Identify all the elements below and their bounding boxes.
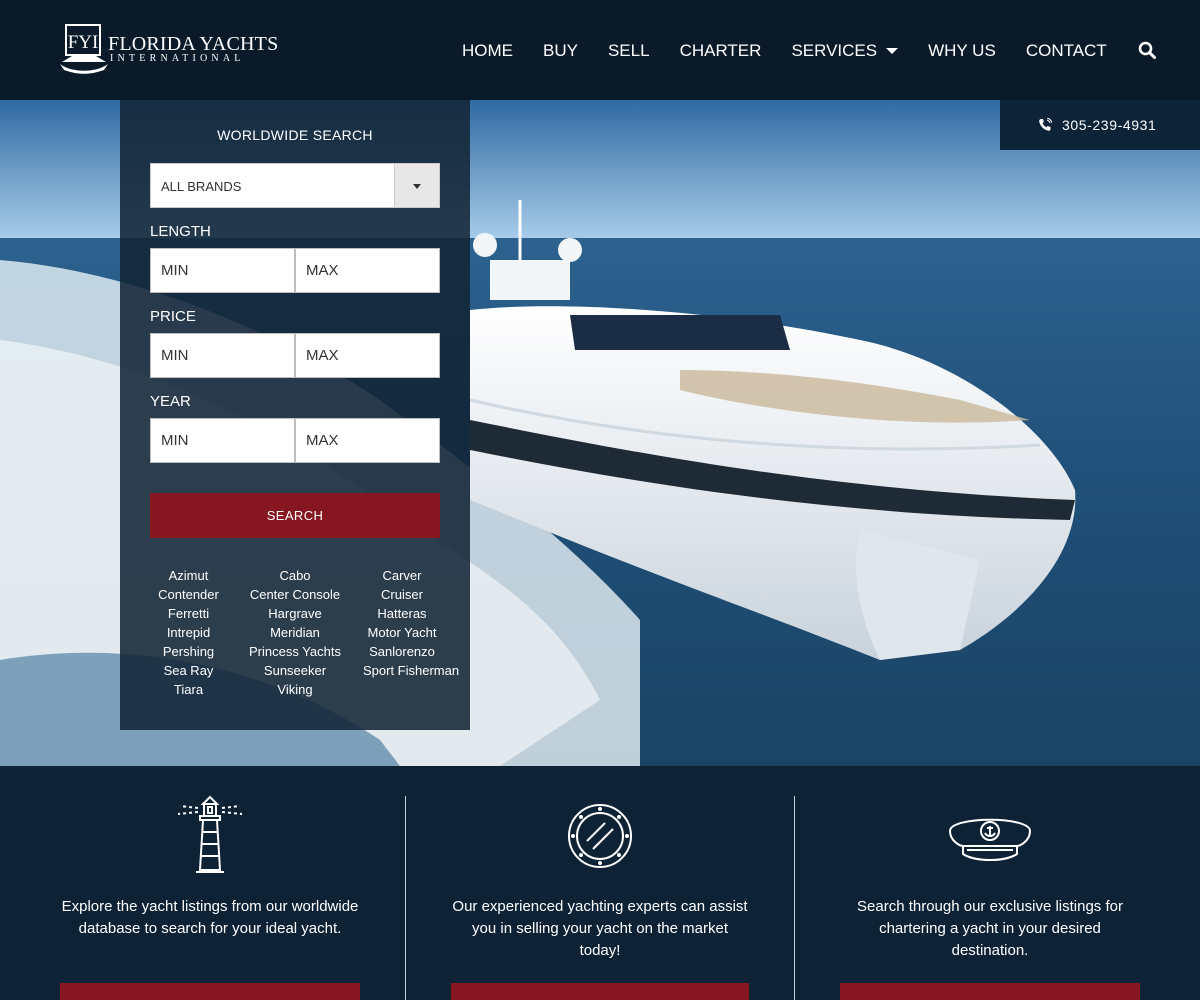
brand-link-list: Azimut Cabo Carver Contender Center Cons… bbox=[150, 566, 470, 699]
feature-charter: Search through our exclusive listings fo… bbox=[795, 766, 1185, 1000]
nav-why-us[interactable]: WHY US bbox=[928, 41, 996, 61]
feature-text: Search through our exclusive listings fo… bbox=[857, 898, 1123, 959]
search-button[interactable]: SEARCH bbox=[150, 493, 440, 538]
feature-button[interactable] bbox=[840, 983, 1140, 1000]
brand-link[interactable]: Viking bbox=[227, 680, 363, 699]
search-icon[interactable] bbox=[1138, 41, 1156, 59]
captain-hat-icon bbox=[948, 818, 1032, 861]
porthole-icon bbox=[568, 804, 632, 868]
logo-mark-text: FYI bbox=[68, 32, 99, 53]
brand-link[interactable]: Sanlorenzo bbox=[363, 642, 441, 661]
nav-buy[interactable]: BUY bbox=[543, 41, 578, 61]
feature-button[interactable] bbox=[451, 983, 749, 1000]
brand-link[interactable]: Carver bbox=[363, 566, 441, 585]
price-min-input[interactable]: MIN bbox=[150, 333, 295, 378]
feature-text: Explore the yacht listings from our worl… bbox=[61, 898, 359, 937]
brand-select-value: ALL BRANDS bbox=[161, 179, 242, 194]
nav-contact[interactable]: CONTACT bbox=[1026, 41, 1107, 61]
nav-home[interactable]: HOME bbox=[462, 41, 513, 61]
brand-link[interactable]: Pershing bbox=[150, 642, 227, 661]
length-min-input[interactable]: MIN bbox=[150, 248, 295, 293]
brand-link[interactable]: Sunseeker bbox=[227, 661, 363, 680]
caret-down-icon bbox=[886, 48, 899, 54]
features-section: Explore the yacht listings from our worl… bbox=[0, 766, 1200, 1000]
brand-link[interactable]: Sport Fisherman bbox=[363, 661, 459, 680]
year-min-input[interactable]: MIN bbox=[150, 418, 295, 463]
nav-contact-label: CONTACT bbox=[1025, 41, 1107, 60]
chevron-down-icon[interactable] bbox=[394, 164, 439, 207]
feature-buy: Explore the yacht listings from our worl… bbox=[15, 766, 405, 1000]
feature-text: Our experienced yachting experts can ass… bbox=[452, 898, 748, 959]
year-row: MIN MAX bbox=[150, 418, 440, 463]
logo-mark-icon: FYI bbox=[60, 24, 108, 74]
price-max-input[interactable]: MAX bbox=[295, 333, 440, 378]
feature-button[interactable] bbox=[60, 983, 360, 1000]
year-max-input[interactable]: MAX bbox=[295, 418, 440, 463]
lighthouse-icon bbox=[177, 795, 243, 873]
nav-services-label: SERVICES bbox=[791, 41, 878, 60]
search-panel: WORLDWIDE SEARCH ALL BRANDS LENGTH MIN M… bbox=[120, 100, 470, 730]
brand-link[interactable]: Hatteras bbox=[363, 604, 441, 623]
brand-link[interactable]: Hargrave bbox=[227, 604, 363, 623]
brand-link[interactable]: Meridian bbox=[227, 623, 363, 642]
length-row: MIN MAX bbox=[150, 248, 440, 293]
brand-link[interactable]: Contender bbox=[150, 585, 227, 604]
site-header: FYI FLORIDA YACHTS INTERNATIONAL HOME BU… bbox=[0, 0, 1200, 100]
feature-sell: Our experienced yachting experts can ass… bbox=[405, 766, 795, 1000]
length-label: LENGTH bbox=[150, 223, 211, 240]
length-max-input[interactable]: MAX bbox=[295, 248, 440, 293]
year-label: YEAR bbox=[150, 393, 191, 410]
brand-link[interactable]: Ferretti bbox=[150, 604, 227, 623]
phone-icon bbox=[1039, 118, 1052, 131]
brand-link[interactable]: Cabo bbox=[227, 566, 363, 585]
price-row: MIN MAX bbox=[150, 333, 440, 378]
brand-link[interactable]: Center Console bbox=[227, 585, 363, 604]
brand-link[interactable]: Tiara bbox=[150, 680, 227, 699]
brand-link[interactable]: Motor Yacht bbox=[363, 623, 441, 642]
phone-number: 305-239-4931 bbox=[1062, 117, 1157, 133]
nav-charter[interactable]: CHARTER bbox=[680, 41, 762, 61]
main-nav: HOME BUY SELL CHARTER SERVICES WHY US CO… bbox=[462, 38, 1137, 64]
nav-sell-label: SELL bbox=[607, 41, 650, 60]
nav-charter-label: CHARTER bbox=[679, 41, 762, 60]
search-panel-title: WORLDWIDE SEARCH bbox=[217, 127, 373, 143]
logo-subtitle: INTERNATIONAL bbox=[110, 53, 245, 64]
brand-link[interactable]: Azimut bbox=[150, 566, 227, 585]
nav-services[interactable]: SERVICES bbox=[791, 41, 899, 61]
brand-select[interactable]: ALL BRANDS bbox=[150, 163, 440, 208]
brand-link[interactable]: Cruiser bbox=[363, 585, 441, 604]
brand-link[interactable]: Intrepid bbox=[150, 623, 227, 642]
brand-link[interactable]: Sea Ray bbox=[150, 661, 227, 680]
nav-sell[interactable]: SELL bbox=[608, 41, 650, 61]
brand-link[interactable]: Princess Yachts bbox=[227, 642, 363, 661]
nav-why-us-label: WHY US bbox=[928, 41, 996, 60]
nav-buy-label: BUY bbox=[543, 41, 578, 60]
nav-home-label: HOME bbox=[462, 41, 513, 60]
logo[interactable]: FYI FLORIDA YACHTS INTERNATIONAL bbox=[60, 24, 278, 76]
hero: 305-239-4931 WORLDWIDE SEARCH ALL BRANDS… bbox=[0, 100, 1200, 766]
price-label: PRICE bbox=[150, 308, 196, 325]
phone-callout[interactable]: 305-239-4931 bbox=[1000, 100, 1200, 150]
